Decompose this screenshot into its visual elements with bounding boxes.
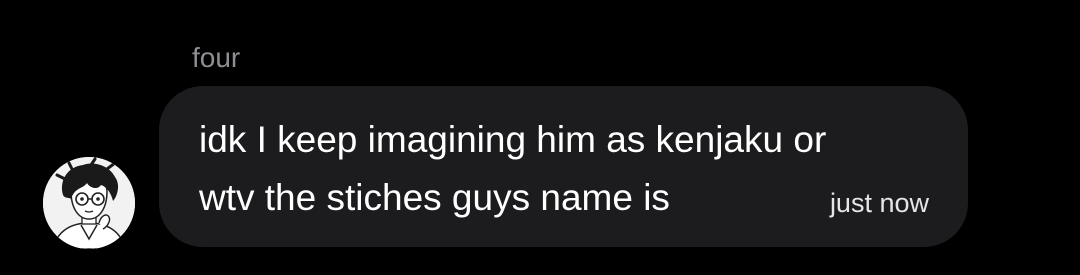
avatar[interactable]	[43, 157, 135, 249]
sender-name[interactable]: four	[192, 40, 240, 76]
message-text-line: wtv the stiches guys name is	[199, 177, 670, 218]
message-text-line: idk I keep imagining him as kenjaku or	[199, 119, 827, 160]
message-timestamp: just now	[829, 188, 929, 218]
message-bubble[interactable]: idk I keep imagining him as kenjaku or w…	[159, 86, 968, 247]
manga-portrait-avatar-icon	[43, 157, 135, 249]
